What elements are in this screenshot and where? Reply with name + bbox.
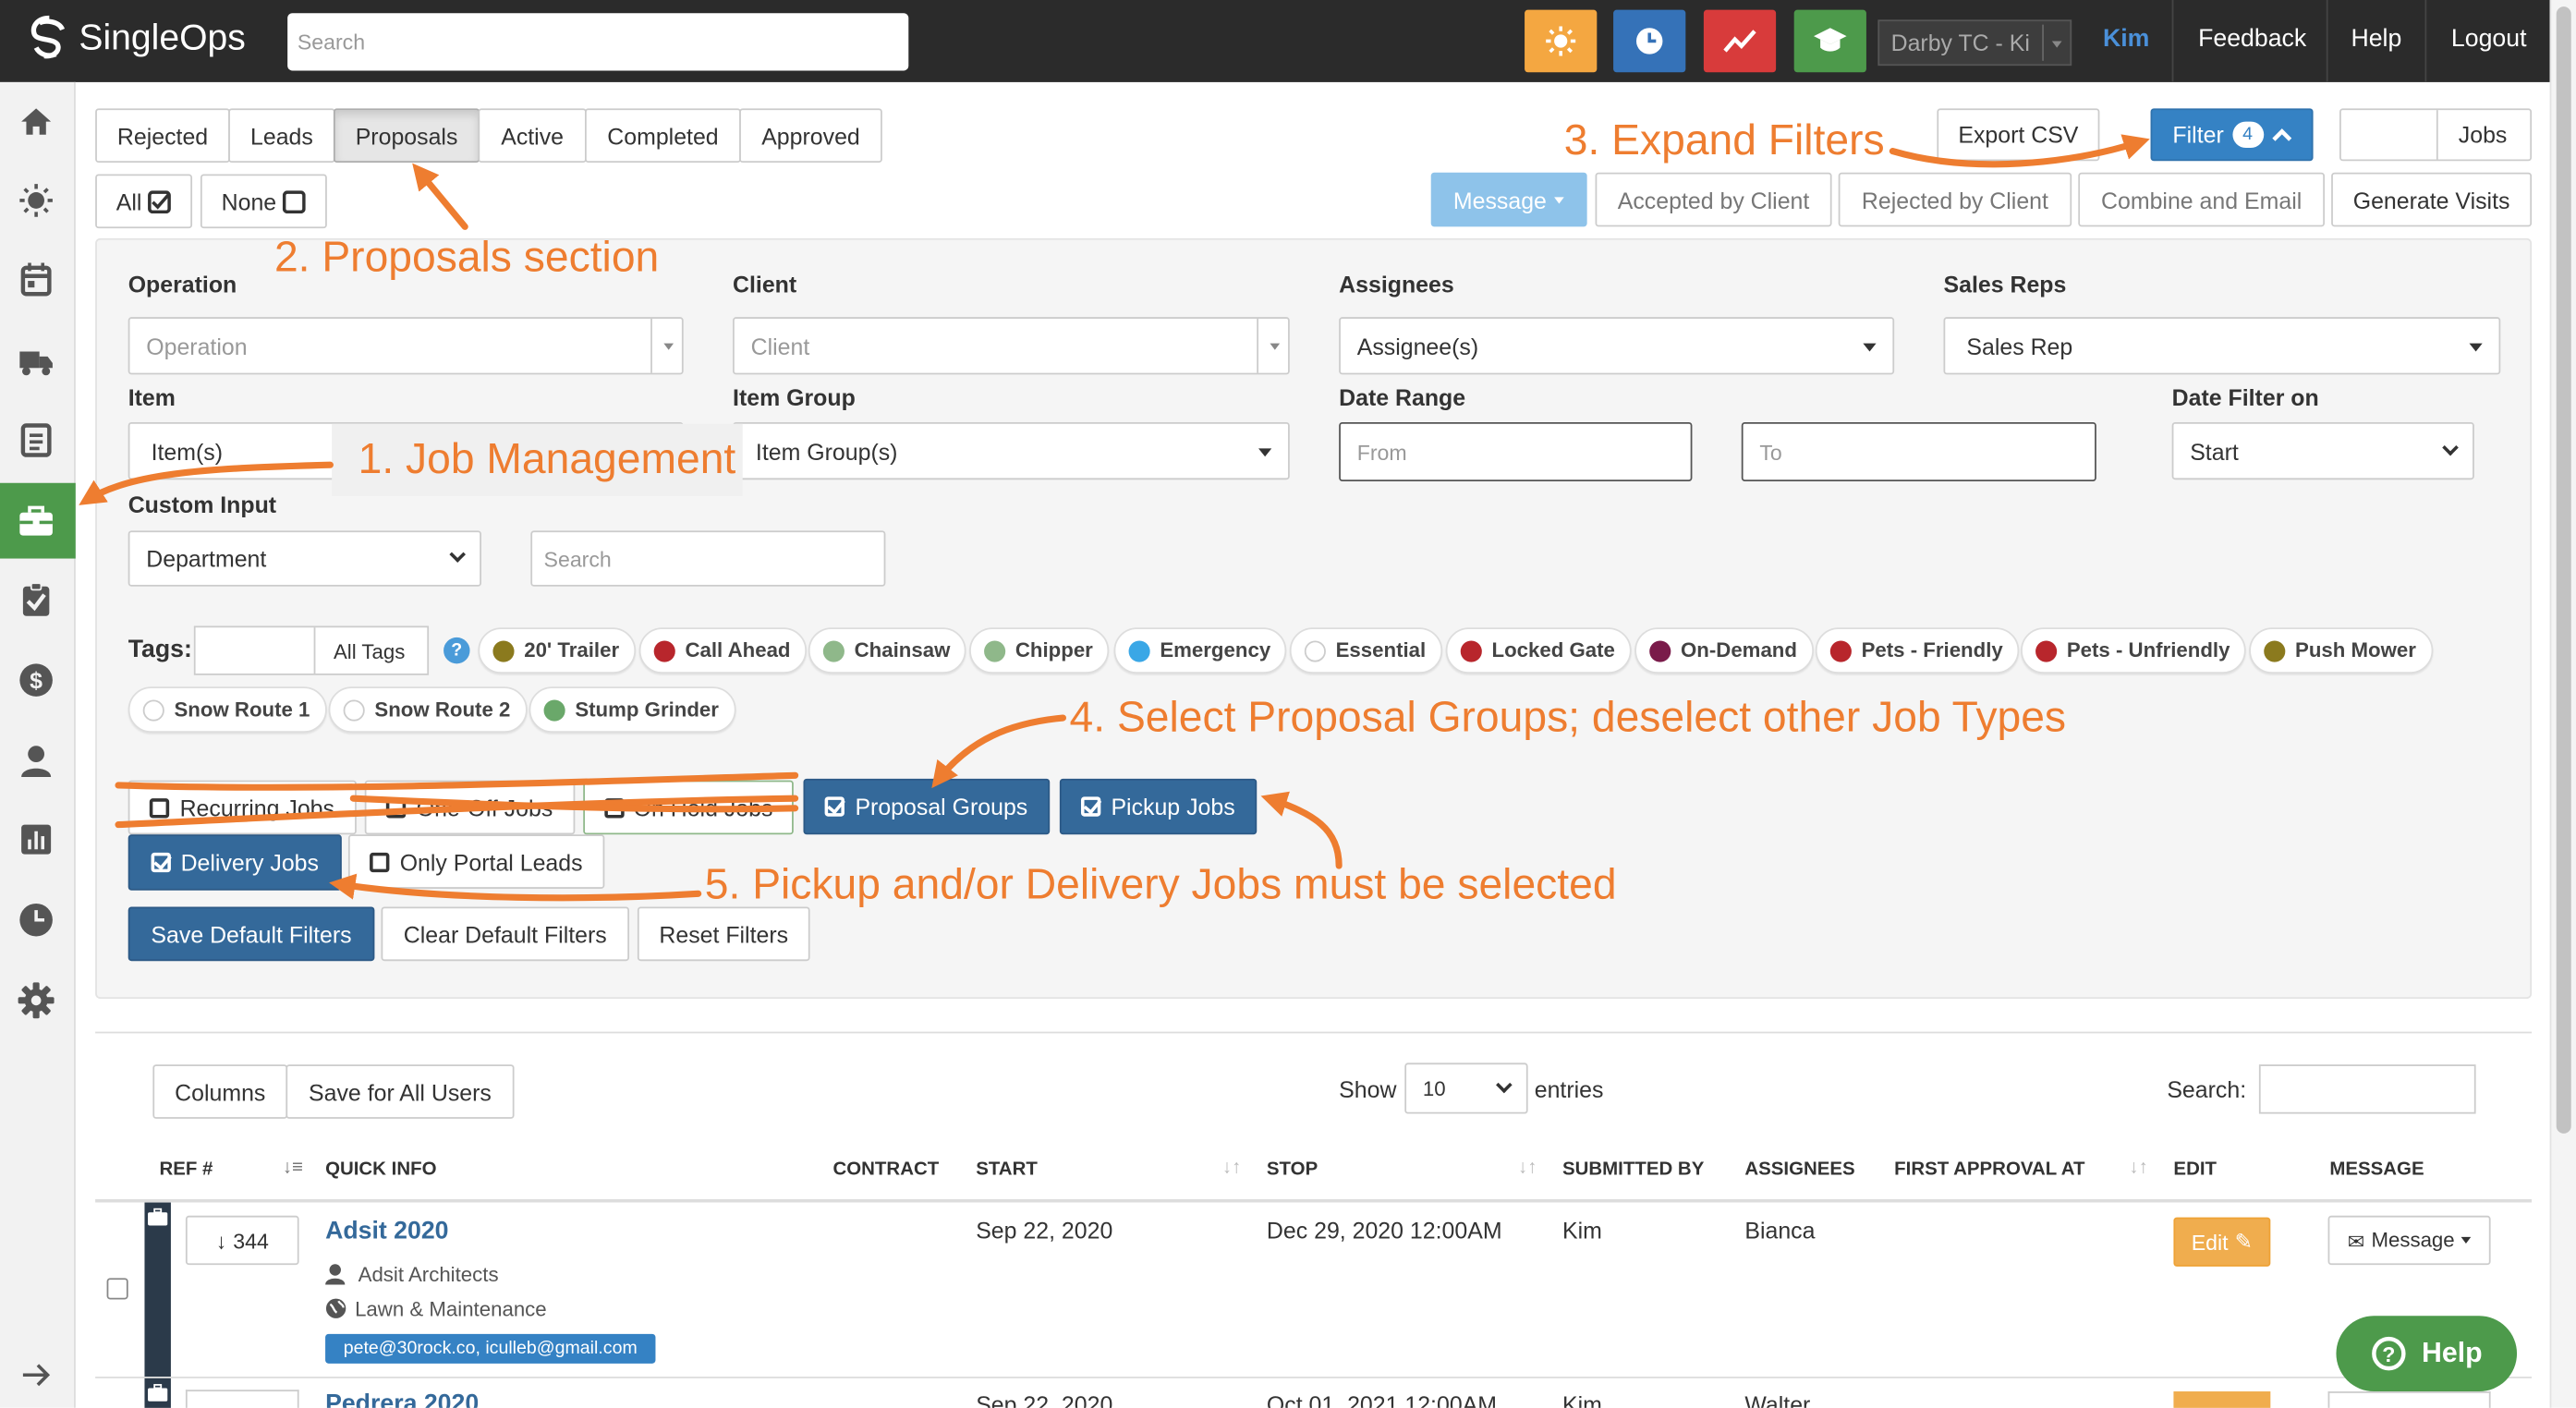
annotation-arrows (79, 134, 2150, 902)
app-root: SingleOps Search Darby TC - Ki Kim Feedb… (0, 0, 2576, 1408)
